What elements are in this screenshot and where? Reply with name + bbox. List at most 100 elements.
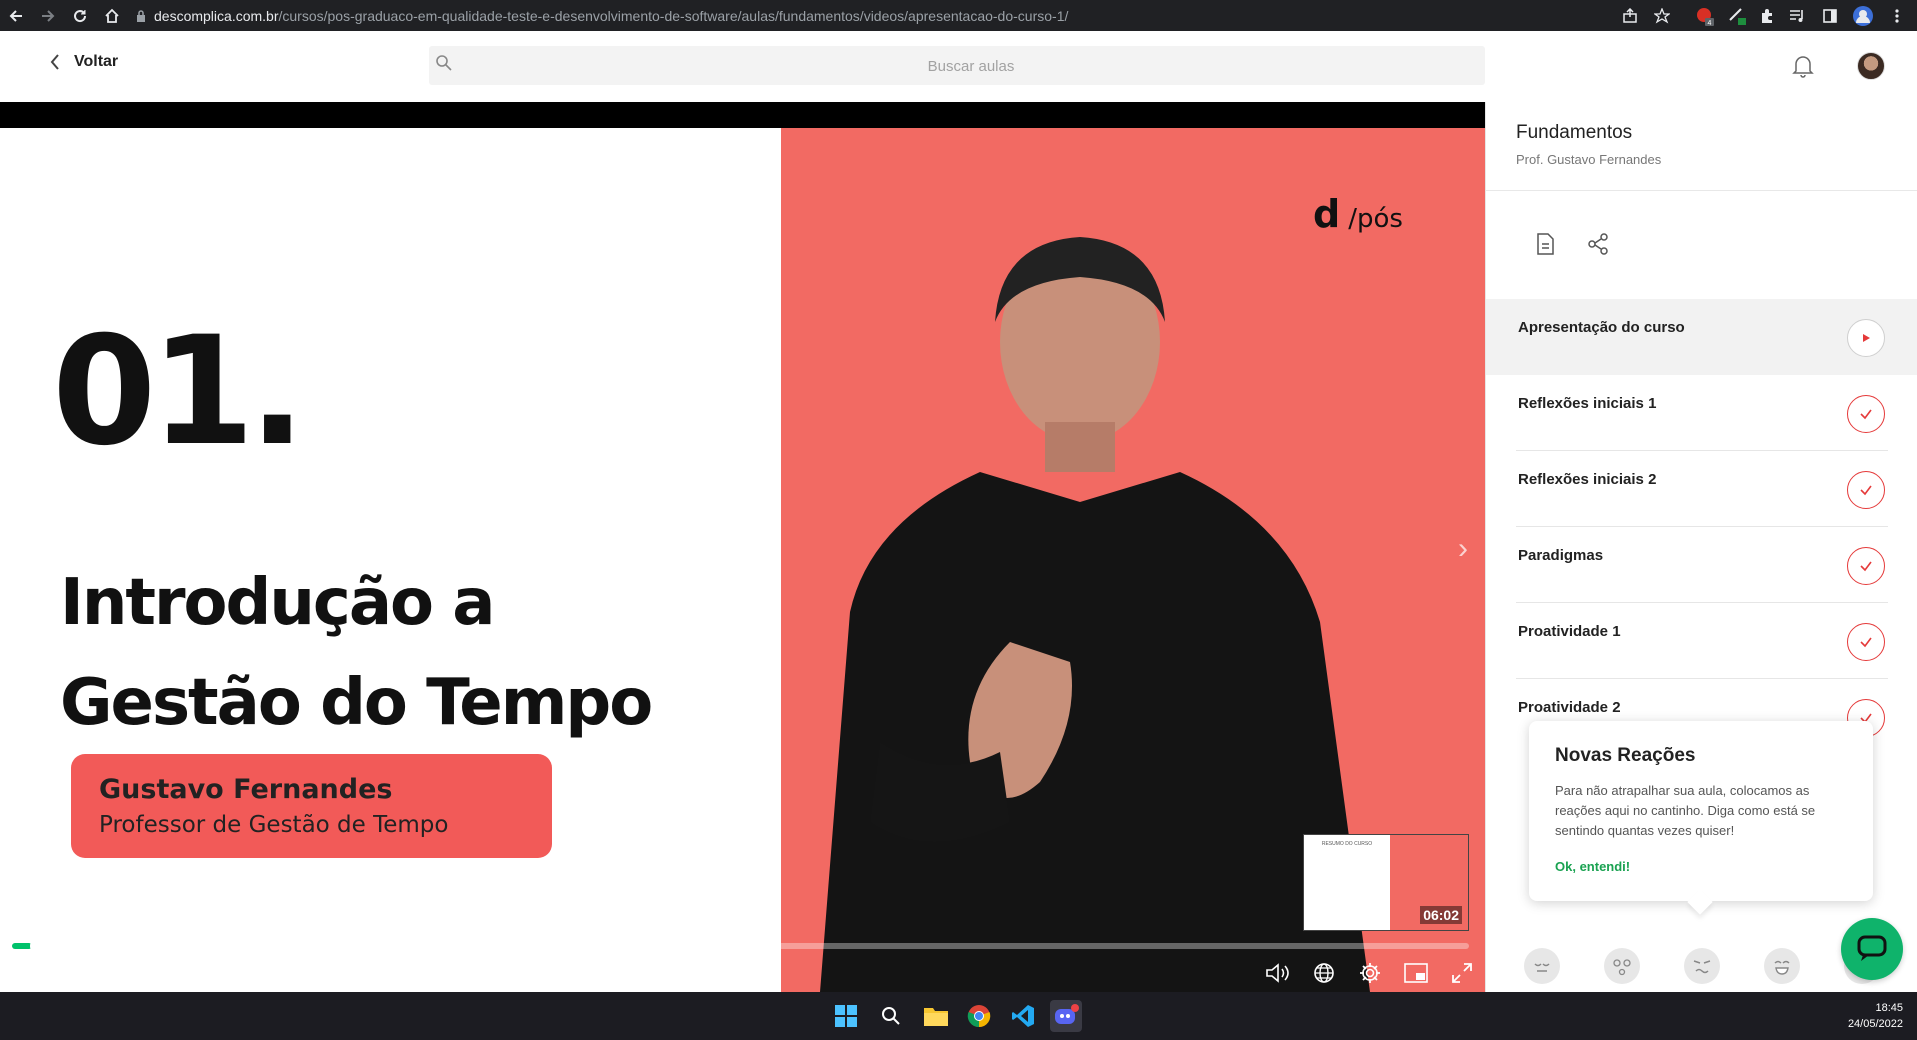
- system-clock[interactable]: 18:45 24/05/2022: [1848, 1000, 1903, 1032]
- player-controls: 10 00:05 / 06:08: [0, 952, 1485, 992]
- volume-icon[interactable]: [1262, 957, 1294, 989]
- rewind-10-icon[interactable]: 10: [60, 957, 92, 989]
- vscode-icon[interactable]: [1007, 1000, 1039, 1032]
- address-bar[interactable]: descomplica.com.br/cursos/pos-graduaco-e…: [136, 8, 1068, 24]
- lock-icon: [136, 9, 146, 22]
- preview-slide: RESUMO DO CURSO: [1304, 835, 1390, 930]
- profile-icon[interactable]: [1848, 0, 1878, 31]
- picture-in-picture-icon[interactable]: [1400, 957, 1432, 989]
- search-icon[interactable]: [875, 1000, 907, 1032]
- slide-title-line2: Gestão do Tempo: [60, 666, 653, 740]
- forward-arrow-icon[interactable]: [32, 0, 64, 31]
- slide-title: Introdução a Gestão do Tempo: [60, 553, 760, 753]
- lesson-item[interactable]: Proatividade 1: [1486, 603, 1917, 679]
- fullscreen-icon[interactable]: [1446, 957, 1478, 989]
- svg-text:10: 10: [72, 970, 81, 979]
- slide-title-line1: Introdução a: [60, 566, 495, 640]
- chevron-left-icon: [50, 54, 59, 70]
- slide-panel: 01. Introdução a Gestão do Tempo Gustavo…: [0, 128, 781, 992]
- presenter-role: Professor de Gestão de Tempo: [99, 812, 449, 838]
- buffer-bar: [12, 943, 290, 949]
- lesson-title: Reflexões iniciais 2: [1518, 471, 1657, 488]
- puzzle-extensions-icon[interactable]: [1752, 0, 1782, 31]
- check-circle-icon: [1847, 395, 1885, 433]
- document-icon[interactable]: [1534, 232, 1556, 256]
- laughing-face-icon[interactable]: [1764, 948, 1800, 984]
- search-box[interactable]: [429, 46, 1485, 87]
- confused-face-icon[interactable]: [1684, 948, 1720, 984]
- lesson-item[interactable]: Paradigmas: [1486, 527, 1917, 603]
- share-nodes-icon[interactable]: [1586, 232, 1610, 256]
- sidebar-actions: [1534, 232, 1640, 256]
- presenter-name: Gustavo Fernandes: [99, 774, 393, 805]
- video-player[interactable]: 01. Introdução a Gestão do Tempo Gustavo…: [0, 102, 1485, 992]
- clock-date: 24/05/2022: [1847, 1018, 1903, 1030]
- timecode: 00:05 / 06:08: [110, 966, 175, 978]
- menu-dots-icon[interactable]: [1882, 0, 1912, 31]
- progress-bar[interactable]: [12, 939, 1469, 953]
- extension-green-icon[interactable]: [1722, 0, 1752, 31]
- play-circle-icon[interactable]: [1847, 319, 1885, 357]
- back-button[interactable]: Voltar: [50, 53, 118, 71]
- popup-ok-button[interactable]: Ok, entendi!: [1555, 859, 1630, 874]
- share-icon[interactable]: [1615, 0, 1645, 31]
- reload-icon[interactable]: [64, 0, 96, 31]
- windows-start-icon[interactable]: [830, 1000, 862, 1032]
- chat-support-button[interactable]: [1841, 918, 1903, 980]
- lesson-sidebar: Fundamentos Prof. Gustavo Fernandes Apre…: [1485, 102, 1917, 992]
- lesson-title: Apresentação do curso: [1518, 319, 1685, 336]
- professor-name: Prof. Gustavo Fernandes: [1516, 152, 1662, 167]
- check-circle-icon: [1847, 471, 1885, 509]
- module-title: Fundamentos: [1516, 122, 1633, 143]
- preview-time: 06:02: [1420, 906, 1462, 924]
- back-arrow-icon[interactable]: [0, 0, 32, 31]
- home-icon[interactable]: [96, 0, 128, 31]
- preview-thumbnail: RESUMO DO CURSO 06:02: [1303, 834, 1469, 931]
- progress-knob[interactable]: [30, 939, 44, 953]
- notification-bell-icon[interactable]: [1791, 53, 1815, 79]
- windows-taskbar: 18:45 24/05/2022: [0, 992, 1917, 1040]
- popup-tail: [1687, 889, 1713, 915]
- popup-heading: Novas Reações: [1555, 745, 1696, 766]
- globe-language-icon[interactable]: [1308, 957, 1340, 989]
- extension-red-icon[interactable]: 4: [1690, 0, 1720, 31]
- sleepy-face-icon[interactable]: [1524, 948, 1560, 984]
- lesson-title: Reflexões iniciais 1: [1518, 395, 1657, 412]
- sidebar-panel-icon[interactable]: [1815, 0, 1845, 31]
- slide-number: 01.: [52, 305, 306, 479]
- url-path: /cursos/pos-graduaco-em-qualidade-teste-…: [278, 7, 1069, 24]
- bookmark-star-icon[interactable]: [1647, 0, 1677, 31]
- lesson-title: Paradigmas: [1518, 547, 1604, 564]
- settings-gear-icon[interactable]: [1354, 957, 1386, 989]
- app-header: Voltar: [0, 31, 1917, 103]
- new-reactions-popup: Novas Reações Para não atrapalhar sua au…: [1529, 721, 1873, 915]
- chrome-icon[interactable]: [963, 1000, 995, 1032]
- browser-toolbar: descomplica.com.br/cursos/pos-graduaco-e…: [0, 0, 1917, 31]
- file-explorer-icon[interactable]: [920, 1000, 952, 1032]
- lesson-title: Proatividade 2: [1518, 699, 1621, 716]
- presenter-lower-third: Gustavo Fernandes Professor de Gestão de…: [71, 754, 552, 858]
- check-circle-icon: [1847, 623, 1885, 661]
- discord-icon[interactable]: [1050, 1000, 1082, 1032]
- search-icon: [435, 54, 453, 72]
- preview-title: RESUMO DO CURSO: [1321, 841, 1373, 847]
- surprised-face-icon[interactable]: [1604, 948, 1640, 984]
- check-circle-icon: [1847, 547, 1885, 585]
- lesson-item[interactable]: Reflexões iniciais 1: [1486, 375, 1917, 451]
- clock-time: 18:45: [1875, 1002, 1903, 1014]
- lesson-item[interactable]: Reflexões iniciais 2: [1486, 451, 1917, 527]
- back-label: Voltar: [74, 53, 119, 70]
- search-input[interactable]: [469, 46, 1473, 87]
- popup-text: Para não atrapalhar sua aula, colocamos …: [1555, 783, 1816, 838]
- lesson-list: Apresentação do curso Reflexões iniciais…: [1486, 299, 1917, 755]
- played-bar: [12, 943, 32, 949]
- media-queue-icon[interactable]: [1782, 0, 1812, 31]
- lesson-item[interactable]: Apresentação do curso: [1486, 299, 1917, 375]
- divider: [1486, 190, 1917, 191]
- extension-badge: 4: [1708, 20, 1712, 26]
- user-avatar[interactable]: [1857, 52, 1885, 80]
- play-icon[interactable]: [14, 957, 46, 989]
- lesson-title: Proatividade 1: [1518, 623, 1621, 640]
- chat-bubble-icon: [1857, 935, 1887, 961]
- next-chevron-icon[interactable]: ›: [1458, 532, 1468, 566]
